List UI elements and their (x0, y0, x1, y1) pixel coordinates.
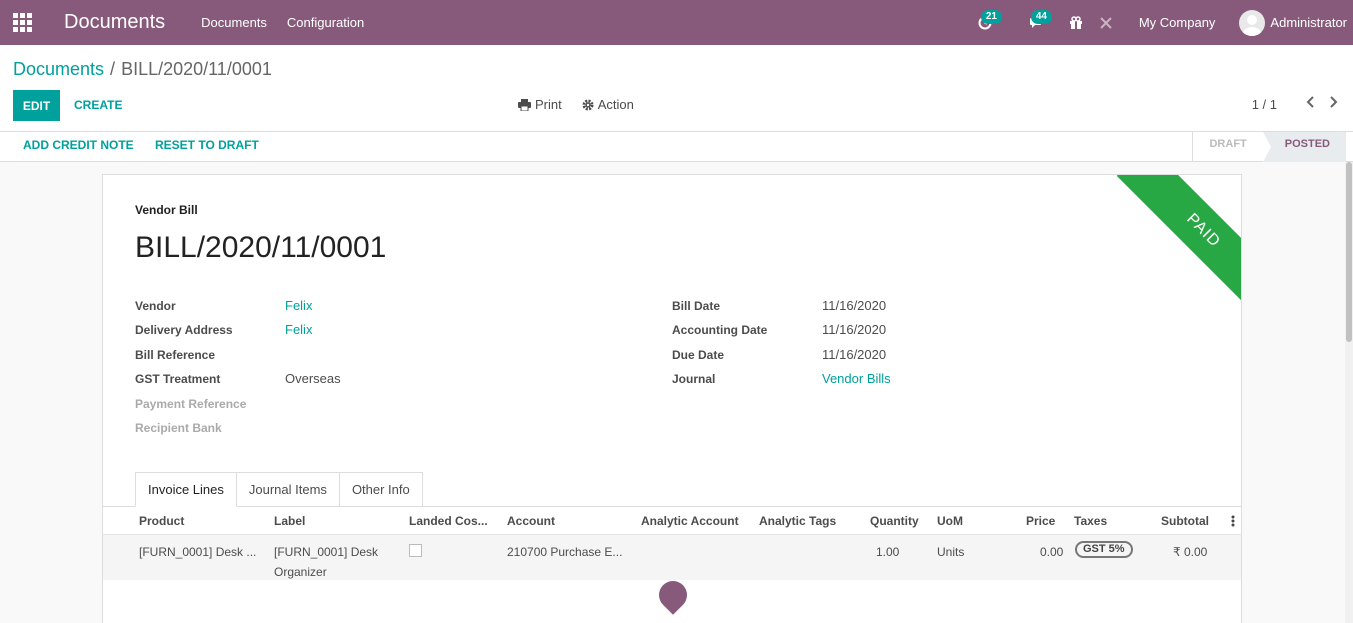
row-uom: Units (937, 545, 965, 559)
menu-documents[interactable]: Documents (201, 15, 267, 30)
gst-treatment-label: GST Treatment (135, 372, 221, 386)
activity-button[interactable]: 21 (967, 0, 1003, 45)
activity-count-badge: 21 (980, 10, 1002, 24)
row-label: [FURN_0001] Desk Organizer (274, 542, 378, 582)
bill-date-value: 11/16/2020 (822, 298, 887, 313)
due-date-value: 11/16/2020 (822, 347, 887, 362)
delivery-address-value[interactable]: Felix (285, 322, 312, 337)
row-account: 210700 Purchase E... (507, 545, 623, 559)
col-label[interactable]: Label (274, 514, 305, 528)
edit-button[interactable]: EDIT (13, 90, 60, 121)
vendor-label: Vendor (135, 299, 176, 313)
top-navbar: Documents Documents Configuration 21 44 … (0, 0, 1353, 45)
bill-reference-label: Bill Reference (135, 348, 216, 362)
print-icon (518, 98, 531, 111)
tools-icon (1100, 16, 1112, 29)
recipient-bank-label: Recipient Bank (135, 421, 222, 435)
row-price: 0.00 (1040, 545, 1064, 559)
stage-pipeline: DRAFT POSTED (1192, 132, 1346, 162)
status-bar: ADD CREDIT NOTE RESET TO DRAFT DRAFT POS… (0, 132, 1353, 162)
accounting-date-label: Accounting Date (672, 323, 768, 337)
debug-button[interactable] (1091, 0, 1121, 45)
action-dropdown[interactable]: Action (582, 97, 634, 112)
breadcrumb: Documents / BILL/2020/11/0001 (13, 59, 272, 80)
col-taxes[interactable]: Taxes (1074, 514, 1107, 528)
payment-reference-label: Payment Reference (135, 397, 247, 411)
ribbon-label: PAID (1116, 175, 1241, 315)
vendor-value[interactable]: Felix (285, 298, 312, 313)
col-subtotal[interactable]: Subtotal (1161, 514, 1209, 528)
journal-value[interactable]: Vendor Bills (822, 371, 891, 386)
row-subtotal: ₹ 0.00 (1173, 545, 1208, 559)
gst-treatment-value: Overseas (285, 371, 341, 386)
col-landed-costs[interactable]: Landed Cos... (409, 514, 488, 528)
scrollbar-thumb[interactable] (1346, 162, 1352, 342)
print-label: Print (535, 97, 562, 112)
chevron-right-icon[interactable] (1327, 95, 1339, 109)
gift-button[interactable] (1061, 0, 1091, 45)
document-type: Vendor Bill (135, 203, 198, 217)
invoice-lines-header: Product Label Landed Cos... Account Anal… (103, 507, 1241, 535)
col-quantity[interactable]: Quantity (870, 514, 919, 528)
bill-date-label: Bill Date (672, 299, 721, 313)
tab-journal-items[interactable]: Journal Items (236, 472, 340, 507)
company-switcher[interactable]: My Company (1139, 15, 1216, 30)
tab-invoice-lines[interactable]: Invoice Lines (135, 472, 237, 507)
add-credit-note-button[interactable]: ADD CREDIT NOTE (23, 132, 134, 162)
tax-tag: GST 5% (1075, 541, 1133, 558)
col-analytic-account[interactable]: Analytic Account (641, 514, 739, 528)
action-label: Action (597, 97, 634, 112)
user-menu[interactable]: Administrator (1270, 15, 1347, 30)
journal-label: Journal (672, 372, 716, 386)
chevron-left-icon[interactable] (1305, 95, 1317, 109)
reset-to-draft-button[interactable]: RESET TO DRAFT (155, 132, 259, 162)
row-quantity: 1.00 (876, 545, 900, 559)
create-button[interactable]: CREATE (74, 90, 122, 121)
row-label-line1: [FURN_0001] Desk (274, 545, 379, 559)
print-dropdown[interactable]: Print (518, 97, 562, 112)
table-row[interactable]: [FURN_0001] Desk ... [FURN_0001] Desk Org… (103, 535, 1241, 582)
due-date-label: Due Date (672, 348, 725, 362)
message-count-badge: 44 (1030, 10, 1052, 24)
notebook-tabs: Invoice Lines Journal Items Other Info (135, 472, 423, 507)
gift-icon (1069, 15, 1082, 29)
stage-draft: DRAFT (1192, 132, 1262, 162)
pager-value[interactable]: 1 / 1 (1252, 97, 1277, 112)
column-options-icon[interactable] (1231, 515, 1235, 527)
col-price[interactable]: Price (1026, 514, 1055, 528)
control-panel: Documents / BILL/2020/11/0001 EDIT CREATE … (0, 45, 1353, 132)
stage-posted: POSTED (1262, 132, 1346, 162)
col-product[interactable]: Product (139, 514, 184, 528)
pin-marker-icon (653, 575, 693, 615)
col-uom[interactable]: UoM (937, 514, 963, 528)
page-scrollbar[interactable] (1345, 162, 1353, 623)
tab-other-info[interactable]: Other Info (339, 472, 423, 507)
app-brand[interactable]: Documents (64, 11, 165, 34)
gear-icon (582, 99, 594, 110)
row-label-line2: Organizer (274, 565, 327, 579)
menu-configuration[interactable]: Configuration (287, 15, 364, 30)
paid-ribbon: PAID (1101, 175, 1241, 315)
form-sheet: PAID Vendor Bill BILL/2020/11/0001 Vendo… (102, 174, 1242, 623)
breadcrumb-documents[interactable]: Documents (13, 59, 104, 79)
delivery-address-label: Delivery Address (135, 323, 233, 337)
messages-button[interactable]: 44 (1013, 0, 1061, 45)
accounting-date-value: 11/16/2020 (822, 322, 887, 337)
document-name: BILL/2020/11/0001 (135, 231, 387, 264)
breadcrumb-separator: / (110, 59, 116, 79)
col-analytic-tags[interactable]: Analytic Tags (759, 514, 836, 528)
landed-cost-checkbox[interactable] (409, 544, 422, 557)
row-product: [FURN_0001] Desk ... (139, 545, 257, 559)
col-account[interactable]: Account (507, 514, 555, 528)
breadcrumb-current: BILL/2020/11/0001 (121, 59, 272, 79)
apps-menu-icon[interactable] (0, 0, 44, 45)
user-avatar[interactable] (1239, 9, 1266, 36)
